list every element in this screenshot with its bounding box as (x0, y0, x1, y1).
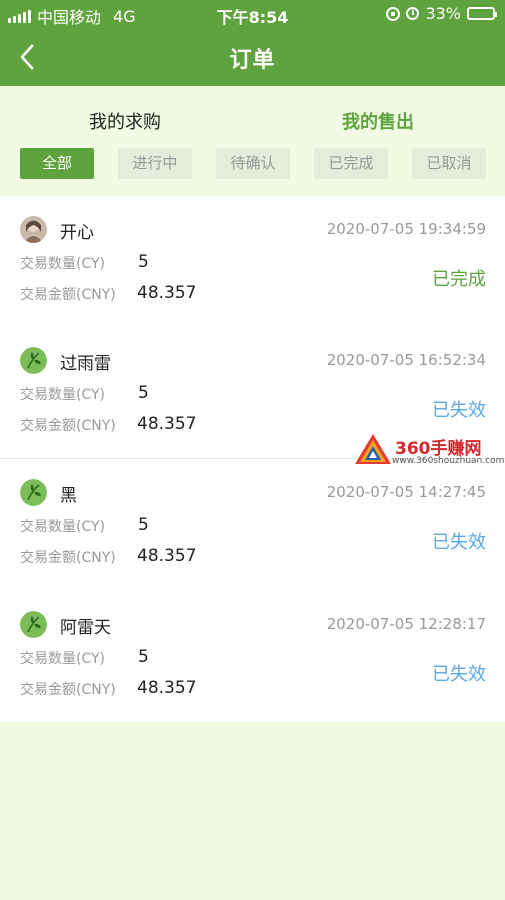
page-title: 订单 (229, 48, 276, 73)
avatar (20, 611, 47, 638)
rotation-lock-icon (386, 6, 401, 21)
watermark-url: www.360shouzhuan.com (392, 456, 505, 466)
nav-bar: 订单 (0, 28, 505, 86)
filter-in-progress[interactable]: 进行中 (118, 148, 192, 179)
quantity-label: 交易数量(CY) (20, 651, 106, 667)
quantity-value: 5 (138, 383, 149, 403)
alarm-icon (406, 7, 420, 20)
filter-pending-confirm[interactable]: 待确认 (216, 148, 290, 179)
amount-value: 48.357 (137, 546, 197, 566)
leaf-icon (20, 479, 47, 506)
quantity-label: 交易数量(CY) (20, 256, 106, 272)
avatar (20, 347, 47, 374)
leaf-icon (20, 611, 47, 638)
watermark-logo-icon (355, 434, 391, 464)
order-status: 已失效 (432, 664, 486, 685)
status-bar: 中国移动 4G 下午8:54 33% (0, 0, 505, 28)
order-status: 已完成 (432, 269, 486, 290)
amount-value: 48.357 (137, 414, 197, 434)
watermark: 360手赚网 www.360shouzhuan.com (353, 432, 504, 468)
tab-my-sales[interactable]: 我的售出 (342, 108, 414, 134)
order-status: 已失效 (432, 532, 486, 553)
order-time: 2020-07-05 12:28:17 (326, 615, 486, 633)
battery-icon (467, 7, 497, 20)
amount-label: 交易金额(CNY) (20, 287, 116, 303)
amount-label: 交易金额(CNY) (20, 682, 116, 698)
filter-all[interactable]: 全部 (20, 148, 94, 179)
leaf-icon (20, 347, 47, 374)
order-time: 2020-07-05 16:52:34 (326, 351, 486, 369)
quantity-label: 交易数量(CY) (20, 387, 106, 403)
order-time: 2020-07-05 19:34:59 (326, 220, 486, 238)
buyer-name: 黑 (60, 486, 77, 506)
quantity-value: 5 (138, 647, 149, 667)
amount-label: 交易金额(CNY) (20, 418, 116, 434)
order-item[interactable]: 阿雷天 2020-07-05 12:28:17 交易数量(CY) 5 交易金额(… (0, 591, 505, 722)
battery-percent: 33% (425, 4, 461, 23)
user-photo-icon (20, 216, 47, 243)
buyer-name: 阿雷天 (60, 618, 111, 638)
quantity-label: 交易数量(CY) (20, 519, 106, 535)
amount-value: 48.357 (137, 678, 197, 698)
order-item[interactable]: 黑 2020-07-05 14:27:45 交易数量(CY) 5 交易金额(CN… (0, 459, 505, 590)
filter-completed[interactable]: 已完成 (314, 148, 388, 179)
order-time: 2020-07-05 14:27:45 (326, 483, 486, 501)
avatar (20, 216, 47, 243)
tab-my-purchases[interactable]: 我的求购 (89, 108, 161, 134)
quantity-value: 5 (138, 252, 149, 272)
amount-value: 48.357 (137, 283, 197, 303)
avatar (20, 479, 47, 506)
amount-label: 交易金额(CNY) (20, 550, 116, 566)
filter-cancelled[interactable]: 已取消 (412, 148, 486, 179)
quantity-value: 5 (138, 515, 149, 535)
buyer-name: 开心 (60, 223, 94, 243)
tabs-area: 我的求购 我的售出 全部 进行中 待确认 已完成 已取消 (0, 86, 505, 196)
buyer-name: 过雨雷 (60, 354, 111, 374)
order-status: 已失效 (432, 400, 486, 421)
status-right: 33% (386, 4, 497, 23)
order-item[interactable]: 开心 2020-07-05 19:34:59 交易数量(CY) 5 交易金额(C… (0, 196, 505, 327)
